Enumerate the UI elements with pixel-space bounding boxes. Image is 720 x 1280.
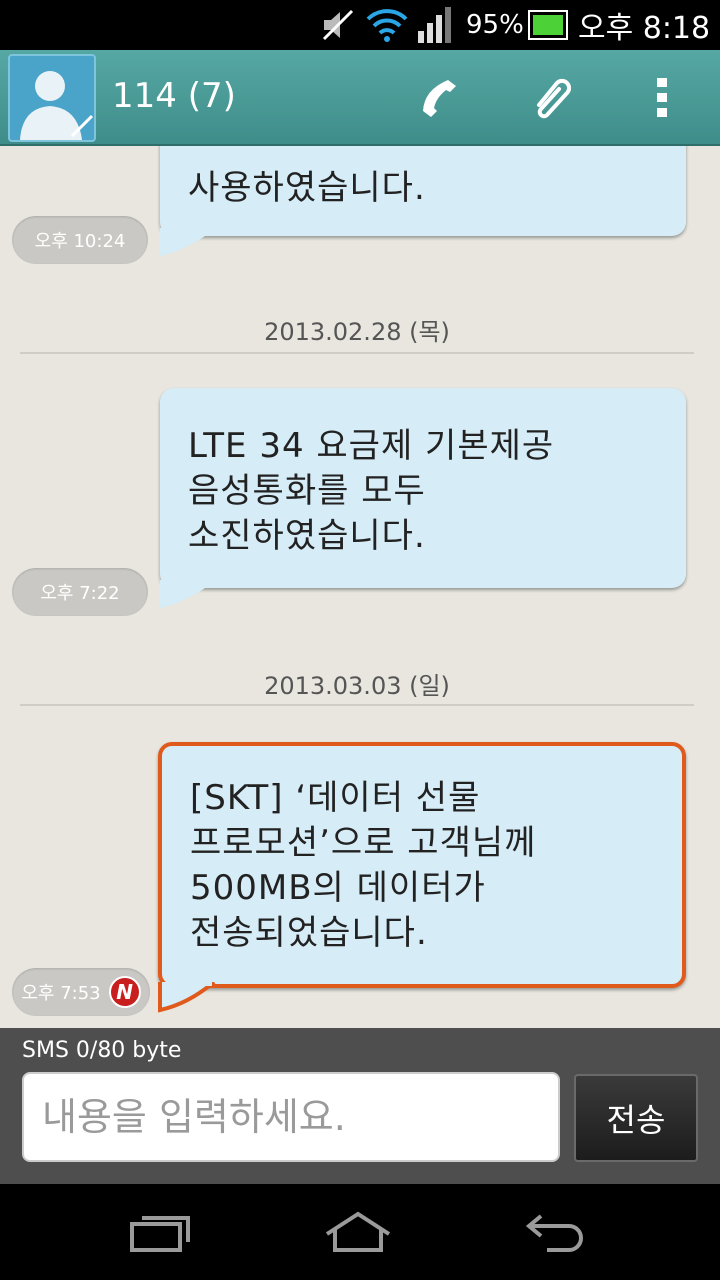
message-bubble[interactable]: 사용하였습니다. [160,146,686,236]
paperclip-icon [537,78,572,119]
contact-title: 114 (7) [112,76,236,116]
n-badge-icon: N [108,976,141,1008]
bubble-tail [158,982,216,1013]
conversation-header: 114 (7) [0,50,720,146]
message-input[interactable] [22,1072,560,1162]
send-button[interactable]: 전송 [574,1074,698,1162]
message-bubble[interactable]: LTE 34 요금제 기본제공 음성통화를 모두 소진하였습니다. [160,388,686,588]
date-separator: 2013.02.28 (목) [264,318,450,346]
wifi-icon [366,0,410,50]
phone-icon [423,80,456,117]
message-text: LTE 34 요금제 기본제공 음성통화를 모두 소진하였습니다. [188,426,555,556]
recent-apps-icon [130,1216,190,1252]
message-text: 사용하였습니다. [188,168,426,208]
status-bar: 95% 오후 8:18 [0,0,720,50]
battery-percent: 95% [466,10,524,40]
sms-byte-counter: SMS 0/80 byte [22,1038,182,1063]
signal-icon [414,0,458,50]
date-divider [20,704,694,706]
conversation-list[interactable]: 사용하였습니다. 오후 10:24 2013.02.28 (목) LTE 34 … [0,146,720,1028]
bubble-tail [160,580,216,608]
message-time: 오후 7:53 N [12,968,150,1016]
bubble-tail [160,228,216,256]
compose-bar: SMS 0/80 byte 전송 [0,1028,720,1184]
battery-icon [528,0,570,50]
mute-icon [320,0,360,50]
overflow-menu-icon [657,78,667,117]
message-time: 오후 7:22 [12,568,148,616]
attach-button[interactable] [522,68,582,128]
back-button[interactable] [518,1202,598,1262]
message-bubble[interactable]: [SKT] ‘데이터 선물 프로모션’으로 고객님께 500MB의 데이터가 전… [158,742,686,988]
call-button[interactable] [410,68,470,128]
overflow-menu-button[interactable] [632,68,692,128]
back-icon [525,1214,583,1252]
home-icon [325,1211,391,1252]
navigation-bar [0,1184,720,1280]
home-button[interactable] [318,1202,398,1262]
message-text: [SKT] ‘데이터 선물 프로모션’으로 고객님께 500MB의 데이터가 전… [190,778,537,953]
message-time: 오후 10:24 [12,216,148,264]
date-separator: 2013.03.03 (일) [264,672,450,700]
recent-apps-button[interactable] [120,1202,200,1262]
clock: 오후 8:18 [578,11,711,46]
date-divider [20,352,694,354]
avatar-icon[interactable] [8,54,96,142]
